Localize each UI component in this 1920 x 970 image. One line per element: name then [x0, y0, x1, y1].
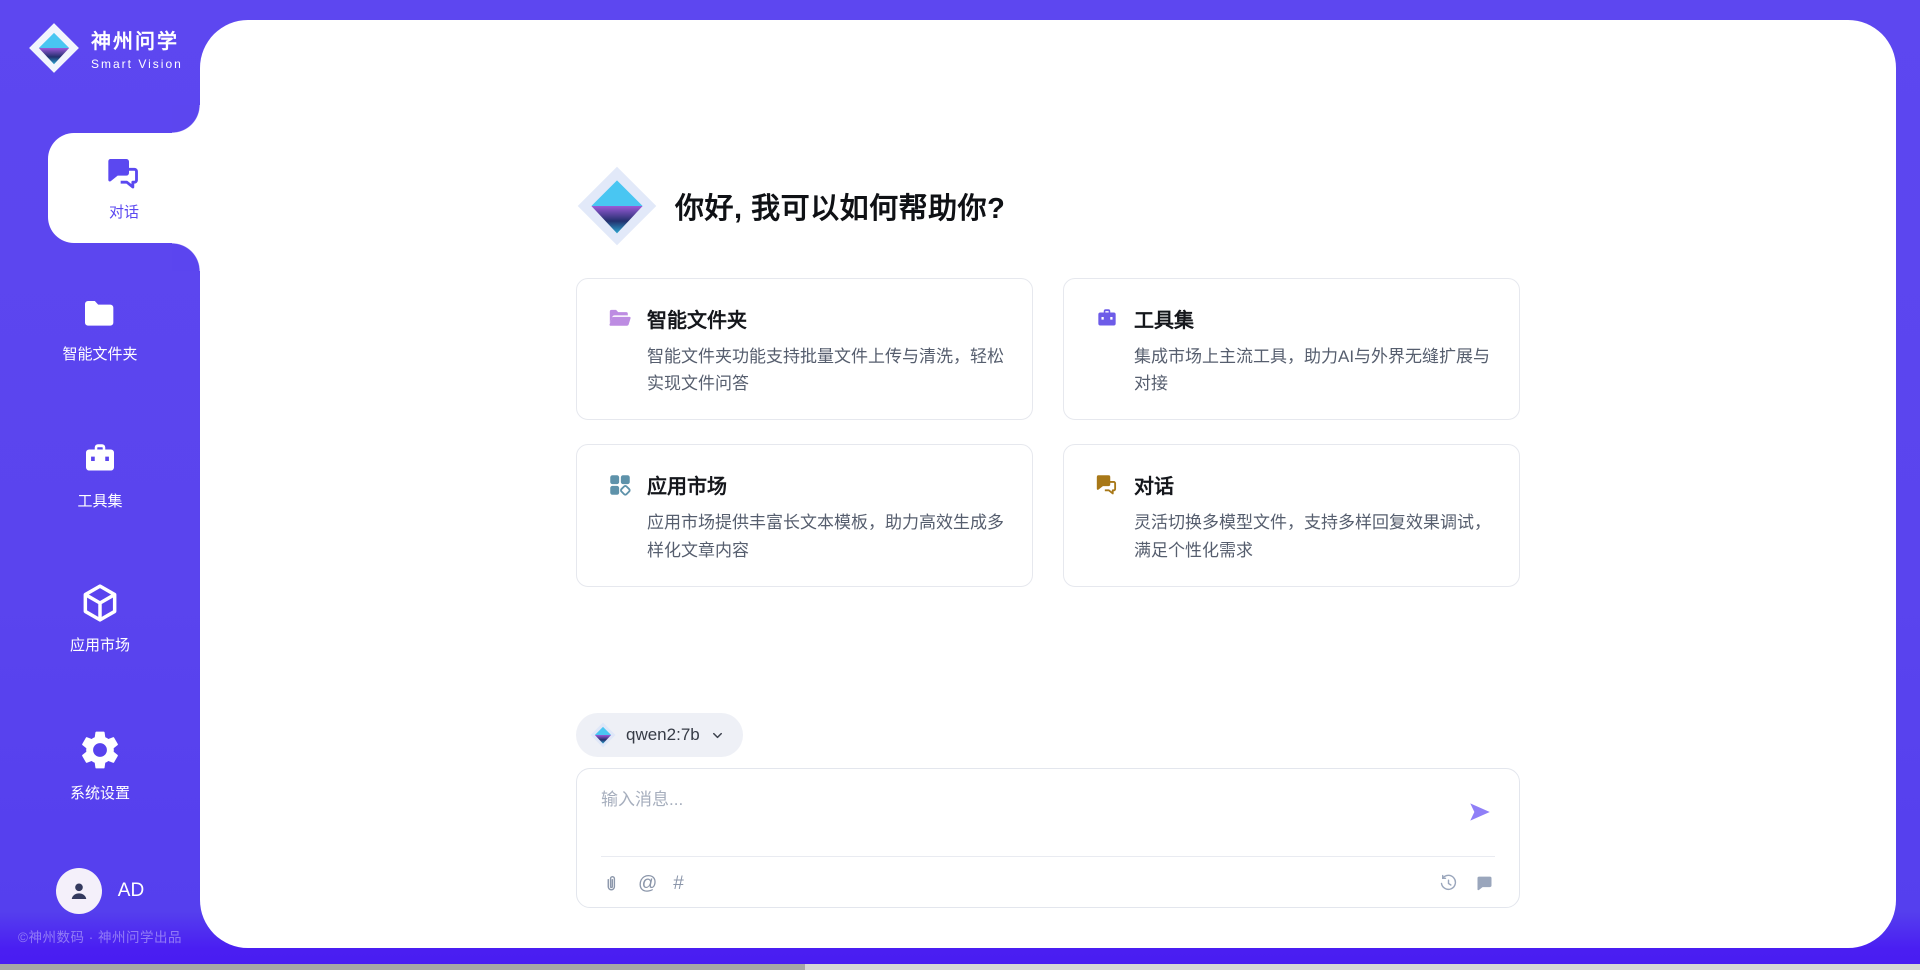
- brand-tagline: Smart Vision: [91, 57, 183, 71]
- chat-icon: [1094, 472, 1120, 498]
- card-title: 工具集: [1134, 304, 1194, 333]
- greeting-text: 你好, 我可以如何帮助你?: [675, 185, 1005, 227]
- main-panel: 你好, 我可以如何帮助你? 智能文件夹 智能文件夹功能支持批量文件上传与清洗，轻…: [200, 20, 1896, 948]
- model-logo-icon: [590, 722, 616, 748]
- brand-name: 神州问学: [91, 25, 183, 54]
- paperclip-icon[interactable]: [601, 873, 622, 894]
- mention-icon[interactable]: @: [638, 874, 657, 893]
- sidebar-item-label: 对话: [109, 201, 139, 222]
- composer-actions: [1438, 867, 1495, 899]
- message-composer: @ #: [576, 768, 1520, 908]
- composer-tools: @ #: [601, 867, 684, 899]
- card-toolset[interactable]: 工具集 集成市场上主流工具，助力AI与外界无缝扩展与对接: [1063, 278, 1520, 420]
- sidebar-item-chat[interactable]: 对话: [48, 133, 200, 243]
- card-title: 应用市场: [647, 470, 727, 499]
- content-column: 你好, 我可以如何帮助你? 智能文件夹 智能文件夹功能支持批量文件上传与清洗，轻…: [576, 20, 1520, 948]
- sidebar-item-label: 系统设置: [70, 782, 130, 803]
- card-title: 对话: [1134, 470, 1174, 499]
- copyright-footer: ©神州数码 · 神州问学出品: [0, 926, 200, 946]
- sidebar-item-smart-folder[interactable]: 智能文件夹: [0, 294, 200, 364]
- sidebar-item-toolset[interactable]: 工具集: [0, 439, 200, 511]
- horizontal-scrollbar[interactable]: [0, 964, 1920, 970]
- greeting: 你好, 我可以如何帮助你?: [576, 165, 1005, 247]
- sidebar-item-label: 智能文件夹: [62, 343, 137, 364]
- gear-icon: [77, 727, 123, 773]
- card-description: 应用市场提供丰富长文本模板，助力高效生成多样化文章内容: [607, 509, 1004, 563]
- folder-open-icon: [607, 306, 633, 332]
- sidebar-item-app-market[interactable]: 应用市场: [0, 581, 200, 655]
- card-smart-folder[interactable]: 智能文件夹 智能文件夹功能支持批量文件上传与清洗，轻松实现文件问答: [576, 278, 1033, 420]
- cube-icon: [78, 581, 122, 625]
- card-description: 智能文件夹功能支持批量文件上传与清洗，轻松实现文件问答: [607, 343, 1004, 397]
- user-initials: AD: [118, 880, 144, 902]
- composer-divider: [601, 856, 1495, 857]
- feature-cards: 智能文件夹 智能文件夹功能支持批量文件上传与清洗，轻松实现文件问答 工具集 集成…: [576, 278, 1520, 587]
- chat-bubble-icon[interactable]: [1474, 873, 1495, 894]
- sidebar: 神州问学 Smart Vision 对话 智能文件夹 工具集 应用市场: [0, 0, 200, 970]
- toolbox-icon: [79, 439, 121, 481]
- model-name: qwen2:7b: [626, 725, 700, 745]
- history-icon[interactable]: [1438, 873, 1459, 894]
- message-input[interactable]: [601, 785, 1421, 847]
- hashtag-icon[interactable]: #: [673, 874, 684, 893]
- tab-fillet-top: [172, 105, 200, 133]
- folder-icon: [80, 294, 120, 334]
- send-icon[interactable]: [1467, 799, 1493, 825]
- sidebar-item-settings[interactable]: 系统设置: [0, 727, 200, 803]
- card-app-market[interactable]: 应用市场 应用市场提供丰富长文本模板，助力高效生成多样化文章内容: [576, 444, 1033, 586]
- assistant-logo-icon: [576, 165, 658, 247]
- scrollbar-thumb[interactable]: [0, 964, 805, 970]
- user-row[interactable]: AD: [0, 868, 200, 914]
- card-description: 灵活切换多模型文件，支持多样回复效果调试，满足个性化需求: [1094, 509, 1491, 563]
- chevron-down-icon: [710, 728, 725, 743]
- brand: 神州问学 Smart Vision: [28, 22, 183, 74]
- brand-logo-icon: [28, 22, 80, 74]
- toolbox-icon: [1094, 306, 1120, 332]
- card-description: 集成市场上主流工具，助力AI与外界无缝扩展与对接: [1094, 343, 1491, 397]
- grid-icon: [607, 472, 633, 498]
- tab-fillet-bottom: [172, 243, 200, 271]
- model-selector[interactable]: qwen2:7b: [576, 713, 743, 757]
- avatar: [56, 868, 102, 914]
- sidebar-item-label: 工具集: [77, 490, 122, 511]
- card-chat[interactable]: 对话 灵活切换多模型文件，支持多样回复效果调试，满足个性化需求: [1063, 444, 1520, 586]
- person-icon: [66, 878, 92, 904]
- sidebar-item-label: 应用市场: [70, 634, 130, 655]
- chat-icon: [104, 154, 144, 194]
- card-title: 智能文件夹: [647, 304, 747, 333]
